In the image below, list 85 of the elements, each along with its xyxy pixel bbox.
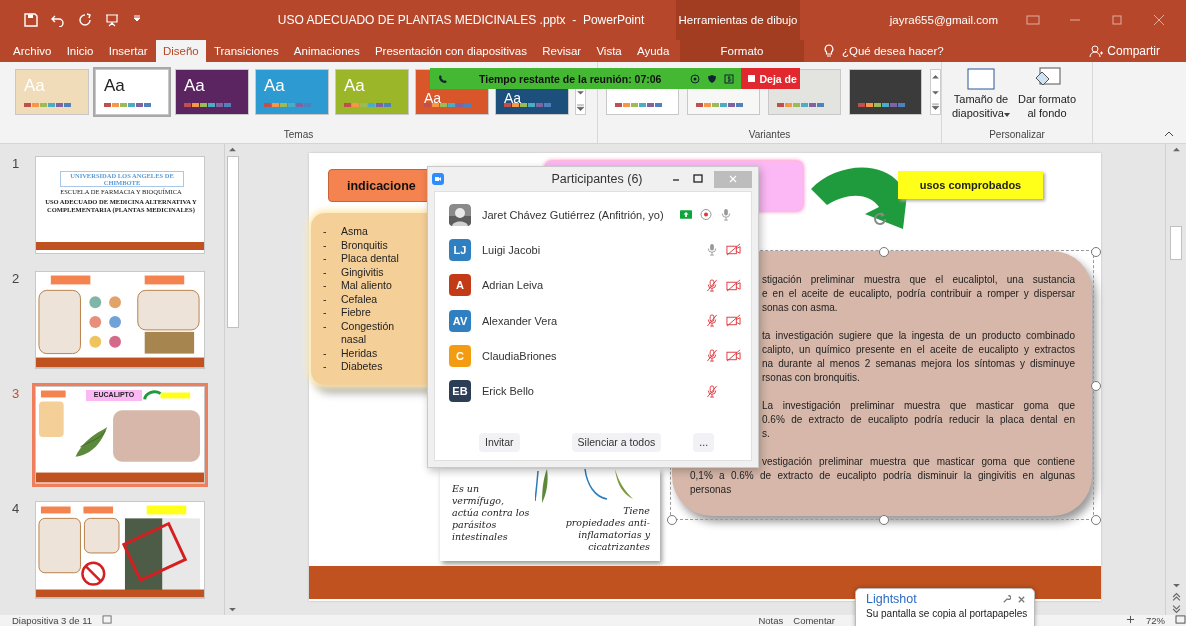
list-marker: - [323,292,328,306]
tell-me-field[interactable]: ¿Qué desea hacer? [842,45,944,57]
ribbon-tab[interactable]: Revisar [535,40,589,62]
group-label: Temas [282,129,315,142]
indication-item: Congestión nasal [341,319,396,347]
ribbon-tab[interactable]: Ayuda [629,40,677,62]
participant-name: Erick Bello [482,385,534,398]
ribbon-tab[interactable]: Transiciones [206,40,286,62]
ribbon-button[interactable]: Dar formato al fondo [1016,66,1078,129]
ribbon-tab[interactable]: Animaciones [286,40,367,62]
notes-button[interactable]: Notas [758,615,784,626]
evidence-paragraph: vestigación preliminar muestra que masticar goma que contiene 0,1% a 0.6% de extracto de eucalipto podría disminuir la gingivitis en algunas personas [690,455,1075,497]
list-marker: - [323,346,328,360]
indication-item: Diabetes [341,360,384,374]
participant-name: ClaudiaBriones [482,349,557,362]
list-marker: - [323,225,328,239]
ribbon-tab[interactable]: Vista [589,40,629,62]
ribbon-tab[interactable]: Inicio [59,40,101,62]
participant-name: Luigi Jacobi [482,243,541,256]
theme-option[interactable]: Aa [175,69,249,115]
indication-item: Heridas [341,346,379,360]
usage-heading: usos comprobados [898,171,1043,199]
list-marker: - [323,279,328,293]
panel-button[interactable]: Silenciar a todos [571,432,662,452]
list-marker: - [323,319,328,334]
participant-name: Jaret Chávez Gutiérrez (Anfitrión, yo) [482,208,664,221]
indication-item: Mal aliento [341,279,393,293]
account-email[interactable]: jayra655@gmail.com [889,14,998,26]
list-marker: - [323,306,328,320]
theme-sample-text: Aa [104,76,125,96]
panel-title: Participantes (6) [550,172,644,186]
theme-sample-text: Aa [24,76,45,96]
evidence-paragraph: ta investigación sugiere que la ingesta de un producto combinado calipto, un químico presente en el aceite de eucalipto y extractos na durante al menos 2 semanas mejora los síntomas y disminuye rsonas con bronquitis. [762,329,1075,385]
participant-name: Adrian Leiva [482,279,544,292]
group-label: Personalizar [988,129,1046,142]
panel-button[interactable]: ... [693,432,715,452]
zoom-level[interactable]: 72% [1146,615,1165,626]
context-group-label: Herramientas de dibujo [678,14,798,26]
slide-number: 1 [11,156,21,171]
ribbon-tab[interactable]: Archivo [6,40,59,62]
notification-title: Lightshot [866,592,917,606]
slide-number: 2 [11,271,21,286]
theme-option[interactable]: Aa [95,69,169,115]
indication-item: Fiebre [341,306,372,320]
slide-number: 3 [11,386,21,401]
slide-counter: Diapositiva 3 de 11 [12,615,93,626]
evidence-paragraph: La investigación preliminar muestra que masticar goma que 0.6% de extracto de eucalipto podría reducir la placa dental en s. [762,399,1075,441]
ribbon-tab[interactable]: Presentación con diapositivas [367,40,535,62]
avatar: LJ [449,238,471,261]
indication-item: Placa dental [341,252,400,266]
theme-option[interactable]: Aa [255,69,329,115]
avatar: C [449,344,471,367]
share-button[interactable]: Compartir [1089,40,1186,62]
theme-sample-text: Aa [264,76,285,96]
stop-share-button[interactable]: Deja de [741,68,800,89]
theme-sample-text: Aa [184,76,205,96]
indications-heading: indicacione [347,178,416,193]
group-label: Variantes [747,129,792,142]
window-title: USO ADECUADO DE PLANTAS MEDICINALES .pptx - PowerPoint [276,13,646,27]
avatar: EB [449,380,471,403]
avatar: AV [449,309,471,332]
indication-item: Cefalea [341,292,379,306]
caption: Es un vermífugo, actúa contra los parásitos intestinales [452,483,531,543]
indication-item: Bronquitis [341,238,389,252]
ribbon-tab[interactable]: Formato [680,40,804,62]
list-marker: - [323,360,328,374]
theme-sample-text: Aa [504,90,522,106]
participant-name: Alexander Vera [482,314,558,327]
ribbon-tab[interactable]: Diseño [155,40,206,62]
ribbon-tab[interactable]: Insertar [101,40,155,62]
avatar: A [449,274,471,297]
panel-button[interactable]: Invitar [479,432,520,452]
notification-message: Su pantalla se copia al portapapeles [866,608,1026,619]
indication-item: Gingivitis [341,265,385,279]
slide-number: 4 [11,501,21,516]
caption: Tiene propiedades anti-inflamatorias y cicatrizantes [565,505,650,553]
theme-sample-text: Aa [344,76,365,96]
list-marker: - [323,252,328,266]
theme-sample-text: Aa [424,90,442,106]
list-marker: - [323,265,328,279]
evidence-paragraph: stigación preliminar muestra que el eucaliptol, una sustancia e en el aceite de eucalipto, podría contribuir a romper y dispersar sonas con asma. [762,273,1075,315]
ribbon-button[interactable]: Tamaño de diapositiva [950,66,1012,129]
list-marker: - [323,238,328,252]
indication-item: Asma [341,225,369,239]
comments-button[interactable]: Comentar [793,615,835,626]
